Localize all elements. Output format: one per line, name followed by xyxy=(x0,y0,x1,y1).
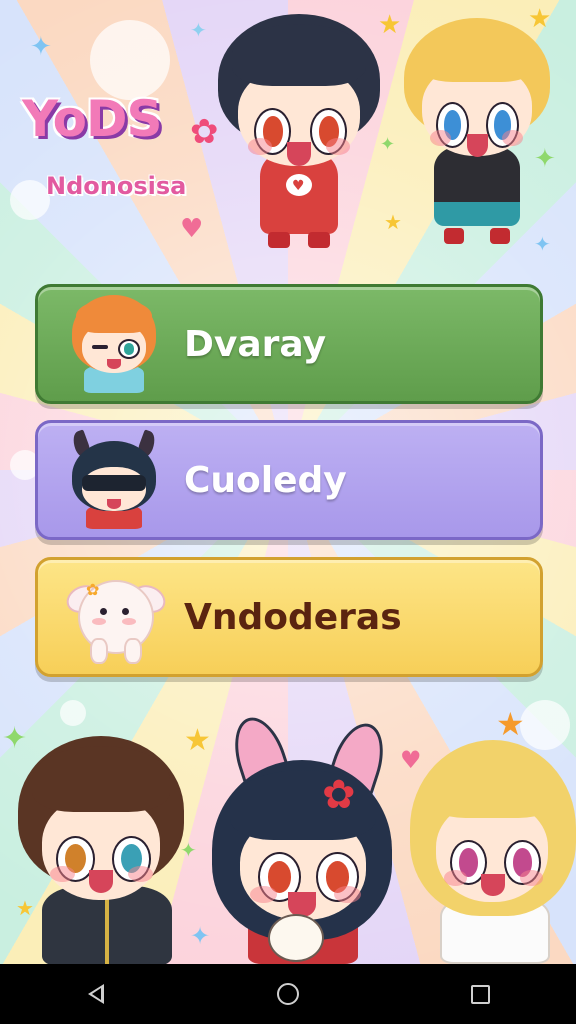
back-icon xyxy=(88,984,104,1004)
recent-apps-button[interactable] xyxy=(450,964,510,1024)
menu-button-label: Dvaray xyxy=(184,323,327,365)
menu-button-vndoderas[interactable]: ✿ Vndoderas xyxy=(35,557,543,677)
star-sparkle-icon: ★ xyxy=(496,705,525,743)
logo-title: YoDS xyxy=(22,90,162,148)
system-navigation-bar xyxy=(0,964,576,1024)
home-button[interactable] xyxy=(258,964,318,1024)
back-button[interactable] xyxy=(66,964,126,1024)
star-sparkle-icon: ✦ xyxy=(190,18,207,42)
character-brown-hair-boy xyxy=(12,736,190,966)
app-logo: YoDS ✿ Ndonosisa xyxy=(22,90,222,220)
menu-button-label: Cuoledy xyxy=(184,459,347,501)
star-sparkle-icon: ✦ xyxy=(30,32,52,62)
character-dark-hair-girl: ♥ xyxy=(214,14,384,250)
logo-subtitle: Ndonosisa xyxy=(46,172,187,200)
character-blonde-girl xyxy=(410,740,576,964)
menu-button-dvaray[interactable]: Dvaray xyxy=(35,284,543,404)
star-sparkle-icon: ★ xyxy=(384,210,402,234)
character-avatar-horned-boy xyxy=(64,429,164,531)
recent-apps-icon xyxy=(470,984,490,1004)
character-avatar-orange-hair xyxy=(64,295,164,395)
menu-button-cuoledy[interactable]: Cuoledy xyxy=(35,420,543,540)
character-bunny-ear-girl: ✿ xyxy=(204,710,400,964)
heart-icon: ♥ xyxy=(180,214,204,244)
menu-button-label: Vndoderas xyxy=(184,596,402,638)
home-icon xyxy=(277,983,299,1005)
character-blonde-boy xyxy=(402,18,552,248)
character-avatar-bunny-mascot: ✿ xyxy=(62,568,170,668)
